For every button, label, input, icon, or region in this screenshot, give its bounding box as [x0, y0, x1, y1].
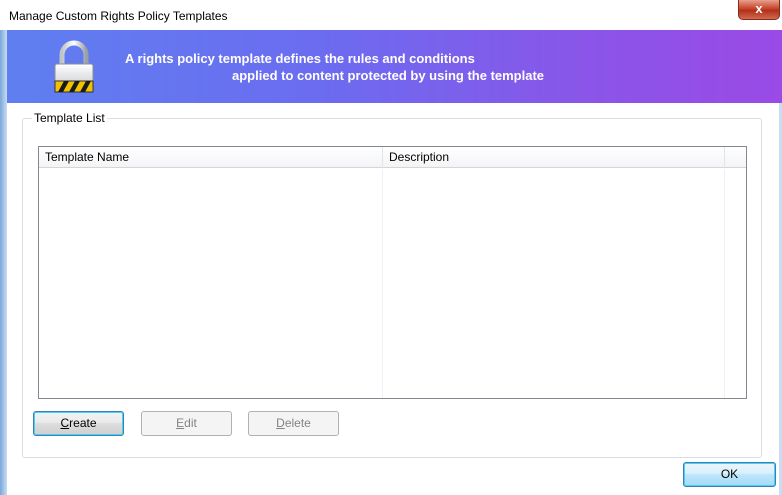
template-list-label: Template List [32, 111, 107, 125]
lock-icon [54, 40, 94, 93]
column-header-description[interactable]: Description [383, 147, 725, 168]
delete-label: elete [284, 416, 311, 430]
title-bar: Manage Custom Rights Policy Templates x [0, 0, 782, 30]
delete-button: Delete [248, 411, 339, 436]
edit-label: dit [184, 416, 197, 430]
delete-mnemonic: D [276, 416, 285, 430]
ok-button[interactable]: OK [683, 462, 776, 487]
edit-button: Edit [141, 411, 232, 436]
column-divider [382, 169, 383, 398]
header-banner: A rights policy template defines the rul… [7, 30, 782, 103]
column-header-template-name[interactable]: Template Name [39, 147, 383, 168]
column-header-filler [725, 147, 746, 168]
create-button[interactable]: Create [33, 411, 124, 436]
banner-text-line1: A rights policy template defines the rul… [125, 51, 475, 66]
column-divider [724, 169, 725, 398]
close-icon: x [755, 1, 763, 16]
window-frame-left [0, 30, 7, 495]
create-mnemonic: C [60, 416, 70, 430]
list-header: Template Name Description [39, 147, 746, 168]
template-list-view[interactable]: Template Name Description [38, 146, 747, 399]
create-label: reate [69, 416, 97, 430]
window-title: Manage Custom Rights Policy Templates [9, 9, 228, 23]
banner-text-line2: applied to content protected by using th… [232, 68, 545, 83]
close-button[interactable]: x [738, 0, 780, 20]
edit-mnemonic: E [176, 416, 185, 430]
